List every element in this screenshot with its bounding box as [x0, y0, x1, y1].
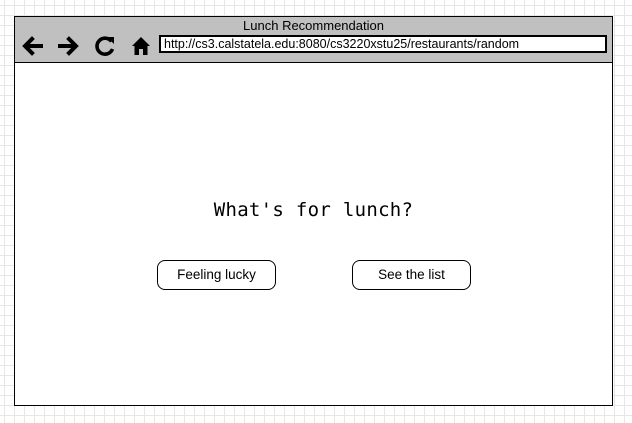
window-title: Lunch Recommendation: [243, 18, 384, 33]
arrow-right-icon: [58, 36, 80, 56]
page-headline: What's for lunch?: [213, 199, 414, 221]
browser-window: Lunch Recommendation http://cs3.calstate…: [14, 16, 613, 406]
home-button[interactable]: [128, 33, 154, 59]
reload-icon: [94, 35, 116, 57]
address-bar[interactable]: http://cs3.calstatela.edu:8080/cs3220xst…: [159, 35, 607, 53]
browser-toolbar: Lunch Recommendation http://cs3.calstate…: [15, 17, 612, 63]
reload-button[interactable]: [92, 33, 118, 59]
home-icon: [131, 36, 151, 56]
back-button[interactable]: [19, 33, 45, 59]
arrow-left-icon: [21, 36, 43, 56]
see-list-button[interactable]: See the list: [352, 260, 471, 290]
page-content: What's for lunch? Feeling lucky See the …: [15, 63, 612, 405]
forward-button[interactable]: [56, 33, 82, 59]
feeling-lucky-button[interactable]: Feeling lucky: [157, 260, 276, 290]
